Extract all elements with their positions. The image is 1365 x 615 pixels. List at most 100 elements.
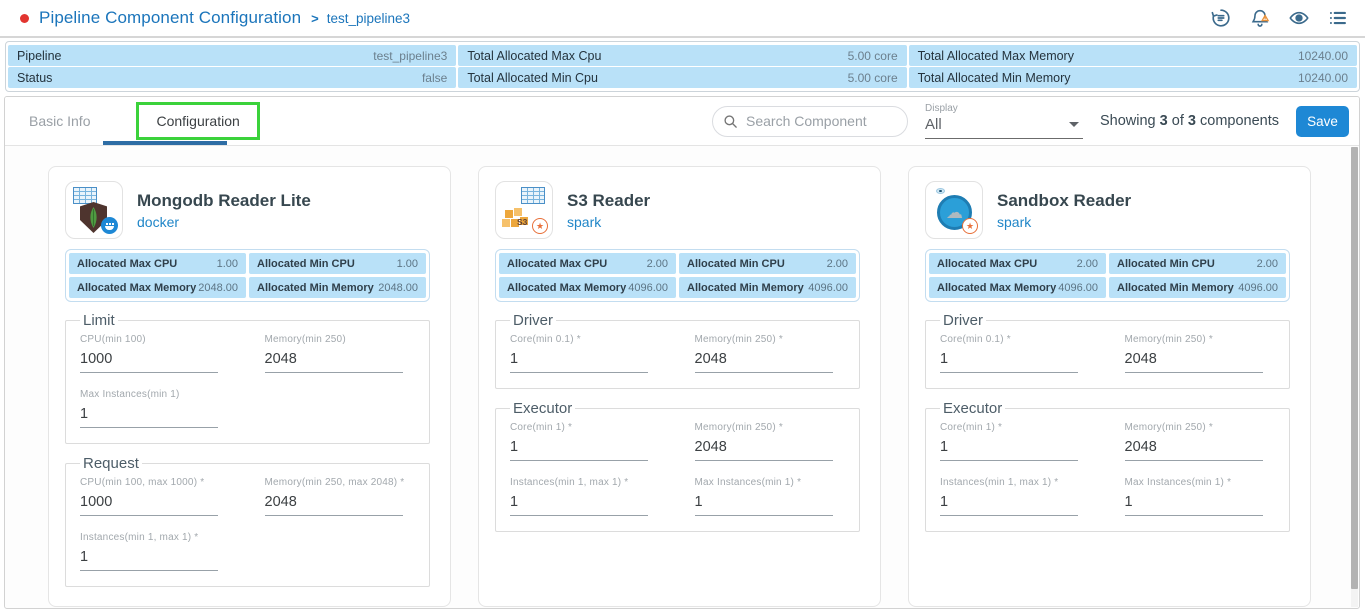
allocation-label: Allocated Min CPU xyxy=(1117,258,1215,270)
component-engine-link[interactable]: spark xyxy=(567,214,650,230)
field-input[interactable] xyxy=(1125,436,1263,461)
main-panel: Basic Info Configuration Display All xyxy=(4,96,1360,609)
fields-grid: Core(min 0.1) * Memory(min 250) * xyxy=(510,329,845,373)
allocation-label: Allocated Min Memory xyxy=(257,282,374,294)
summary-cell-value: 10240.00 xyxy=(1298,49,1348,63)
allocation-label: Allocated Min CPU xyxy=(687,258,785,270)
fields-grid: Core(min 1) * Memory(min 250) * xyxy=(940,417,1275,516)
config-section-title: Executor xyxy=(940,400,1005,417)
allocation-label: Allocated Max Memory xyxy=(77,282,196,294)
config-field: Memory(min 250) * xyxy=(1125,422,1276,461)
field-input[interactable] xyxy=(510,436,648,461)
breadcrumb-separator: > xyxy=(311,11,319,26)
allocation-label: Allocated Max CPU xyxy=(937,258,1037,270)
field-input[interactable] xyxy=(695,436,833,461)
component-engine-link[interactable]: spark xyxy=(997,214,1131,230)
summary-cell-label: Total Allocated Min Memory xyxy=(918,71,1071,85)
allocation-value: 1.00 xyxy=(217,258,238,270)
page: Pipeline Component Configuration > test_… xyxy=(0,0,1365,615)
summary-cell: Total Allocated Max Memory 10240.00 xyxy=(909,45,1357,66)
component-card: S3 ★ ☁ ★ Sandbox Reader xyxy=(908,166,1311,607)
allocation-cell: Allocated Min CPU 2.00 xyxy=(1109,253,1286,274)
menu-list-icon[interactable] xyxy=(1327,7,1349,29)
config-sections: Driver Core(min 0.1) * xyxy=(495,312,860,532)
star-badge-icon: ★ xyxy=(962,218,978,234)
history-icon[interactable] xyxy=(1210,7,1232,29)
allocation-value: 2.00 xyxy=(827,258,848,270)
allocation-table: Allocated Max CPU 2.00 Allocated Min CPU… xyxy=(925,249,1290,302)
field-input[interactable] xyxy=(940,436,1078,461)
visibility-eye-icon[interactable] xyxy=(1288,7,1310,29)
allocation-value: 2.00 xyxy=(1257,258,1278,270)
config-section: Driver Core(min 0.1) * xyxy=(925,312,1290,389)
allocation-value: 4096.00 xyxy=(808,282,848,294)
field-input[interactable] xyxy=(1125,348,1263,373)
field-label: Memory(min 250) * xyxy=(695,334,846,345)
scrollbar-thumb[interactable] xyxy=(1351,147,1358,589)
config-section: Executor Core(min 1) * xyxy=(925,400,1290,532)
summary-cell-value: false xyxy=(422,71,447,85)
field-input[interactable] xyxy=(265,491,403,516)
search-component-input[interactable] xyxy=(712,106,908,137)
field-input[interactable] xyxy=(1125,491,1263,516)
field-input[interactable] xyxy=(510,348,648,373)
summary-cell-value: 5.00 core xyxy=(848,71,898,85)
showing-mid: of xyxy=(1172,113,1184,129)
field-label: Memory(min 250) xyxy=(265,334,416,345)
allocation-cell: Allocated Max CPU 2.00 xyxy=(929,253,1106,274)
config-field: Core(min 1) * xyxy=(940,422,1091,461)
summary-cell: Status false xyxy=(8,67,456,88)
app-header: Pipeline Component Configuration > test_… xyxy=(0,0,1365,38)
showing-prefix: Showing xyxy=(1100,113,1156,129)
field-label: Core(min 1) * xyxy=(510,422,661,433)
allocation-label: Allocated Max CPU xyxy=(507,258,607,270)
allocation-cell: Allocated Min Memory 4096.00 xyxy=(1109,277,1286,298)
field-input[interactable] xyxy=(695,348,833,373)
showing-shown-count: 3 xyxy=(1160,113,1168,129)
breadcrumb-pipeline-name[interactable]: test_pipeline3 xyxy=(327,11,410,26)
component-title: S3 Reader xyxy=(567,191,650,211)
component-titles: Mongodb Reader Lite docker xyxy=(137,191,311,230)
allocation-value: 4096.00 xyxy=(1058,282,1098,294)
field-label: CPU(min 100, max 1000) * xyxy=(80,477,231,488)
summary-cell: Total Allocated Max Cpu 5.00 core xyxy=(458,45,906,66)
component-engine-link[interactable]: docker xyxy=(137,214,311,230)
field-input[interactable] xyxy=(80,491,218,516)
tab-basic-info[interactable]: Basic Info xyxy=(5,113,114,129)
component-titles: S3 Reader spark xyxy=(567,191,650,230)
search-wrap xyxy=(712,106,908,137)
summary-cell-label: Total Allocated Min Cpu xyxy=(467,71,598,85)
save-button[interactable]: Save xyxy=(1296,106,1349,137)
field-input[interactable] xyxy=(695,491,833,516)
config-section: Driver Core(min 0.1) * xyxy=(495,312,860,389)
field-input[interactable] xyxy=(510,491,648,516)
field-input[interactable] xyxy=(940,491,1078,516)
fields-grid: Core(min 1) * Memory(min 250) * xyxy=(510,417,845,516)
display-select[interactable]: Display All xyxy=(925,103,1083,139)
config-section-title: Request xyxy=(80,455,142,472)
search-icon xyxy=(723,114,738,129)
summary-cell: Total Allocated Min Memory 10240.00 xyxy=(909,67,1357,88)
table-grid-icon xyxy=(73,187,97,204)
field-input[interactable] xyxy=(265,348,403,373)
config-section-title: Executor xyxy=(510,400,575,417)
notifications-bell-icon[interactable] xyxy=(1249,7,1271,29)
field-input[interactable] xyxy=(940,348,1078,373)
field-label: Max Instances(min 1) * xyxy=(1125,477,1276,488)
component-card: S3 ★ ☁ ★ Mongodb Reader Lite xyxy=(48,166,451,607)
field-input[interactable] xyxy=(80,348,218,373)
field-label: Max Instances(min 1) * xyxy=(695,477,846,488)
tab-configuration[interactable]: Configuration xyxy=(136,102,259,140)
fields-grid: CPU(min 100, max 1000) * Memory(min 250,… xyxy=(80,472,415,571)
field-label: Instances(min 1, max 1) * xyxy=(80,532,231,543)
allocation-table: Allocated Max CPU 1.00 Allocated Min CPU… xyxy=(65,249,430,302)
toolbar-right: Display All Showing 3 of 3 components Sa… xyxy=(712,103,1349,139)
allocation-label: Allocated Max Memory xyxy=(507,282,626,294)
vertical-scrollbar[interactable] xyxy=(1351,147,1358,607)
field-input[interactable] xyxy=(80,403,218,428)
field-input[interactable] xyxy=(80,546,218,571)
config-section: Executor Core(min 1) * xyxy=(495,400,860,532)
summary-cell-value: 10240.00 xyxy=(1298,71,1348,85)
display-selected-value: All xyxy=(925,116,942,133)
field-label: Core(min 1) * xyxy=(940,422,1091,433)
